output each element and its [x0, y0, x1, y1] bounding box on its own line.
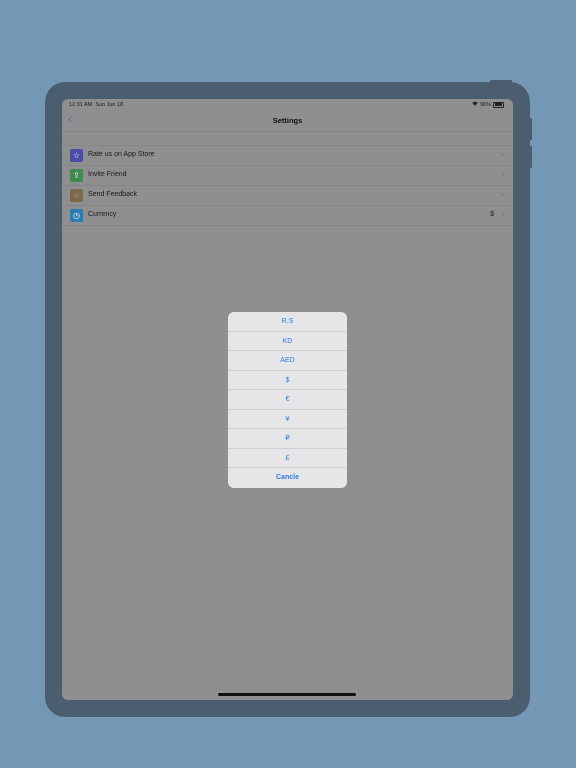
currency-option[interactable]: €	[228, 390, 347, 410]
currency-option[interactable]: ¥	[228, 410, 347, 429]
home-indicator	[218, 693, 356, 696]
chevron-right-icon: ›	[501, 149, 504, 159]
settings-row-label: Send Feedback	[88, 191, 138, 198]
wifi-icon	[472, 101, 478, 108]
battery-icon	[493, 101, 504, 108]
settings-row-rate-us-on-app-store[interactable]: ☆ Rate us on App Store ›	[62, 146, 513, 166]
currency-option[interactable]: AED	[228, 351, 347, 371]
currency-icon: ◷	[70, 209, 83, 222]
feedback-icon: ◌	[70, 189, 83, 202]
nav-bar: ‹ Settings	[62, 109, 513, 132]
currency-option[interactable]: £	[228, 449, 347, 468]
share-icon: ⇪	[70, 169, 83, 182]
chevron-right-icon: ›	[501, 169, 504, 179]
settings-row-label: Invite Friend	[88, 171, 127, 178]
status-bar: 12:31 AM Sun Jun 18 96%	[62, 99, 513, 109]
status-time: 12:31 AM Sun Jun 18	[69, 102, 123, 108]
star-icon: ☆	[70, 149, 83, 162]
currency-option[interactable]: R.S	[228, 312, 347, 332]
settings-row-label: Currency	[88, 211, 117, 218]
settings-row-value: $	[490, 211, 494, 218]
currency-option[interactable]: ₽	[228, 429, 347, 449]
battery-percent: 96%	[479, 101, 491, 108]
status-date-text: Sun Jun 18	[95, 102, 124, 108]
currency-picker-sheet: R.S KD AED $ € ¥ ₽ £ Cancle	[228, 312, 347, 488]
currency-option[interactable]: KD	[228, 332, 347, 351]
settings-row-label: Rate us on App Store	[88, 151, 155, 158]
page-title: Settings	[272, 116, 303, 125]
status-time-text: 12:31 AM	[69, 102, 93, 108]
settings-row-invite-friend[interactable]: ⇪ Invite Friend ›	[62, 166, 513, 186]
settings-row-currency[interactable]: ◷ Currency $ ›	[62, 206, 513, 226]
chevron-right-icon: ›	[501, 209, 504, 219]
cancel-button[interactable]: Cancle	[228, 468, 347, 488]
settings-row-send-feedback[interactable]: ◌ Send Feedback ›	[62, 186, 513, 206]
settings-list: ☆ Rate us on App Store › ⇪ Invite Friend › ◌ Se…	[62, 145, 513, 226]
chevron-right-icon: ›	[501, 189, 504, 199]
status-right: 96%	[472, 101, 504, 108]
currency-option[interactable]: $	[228, 371, 347, 390]
